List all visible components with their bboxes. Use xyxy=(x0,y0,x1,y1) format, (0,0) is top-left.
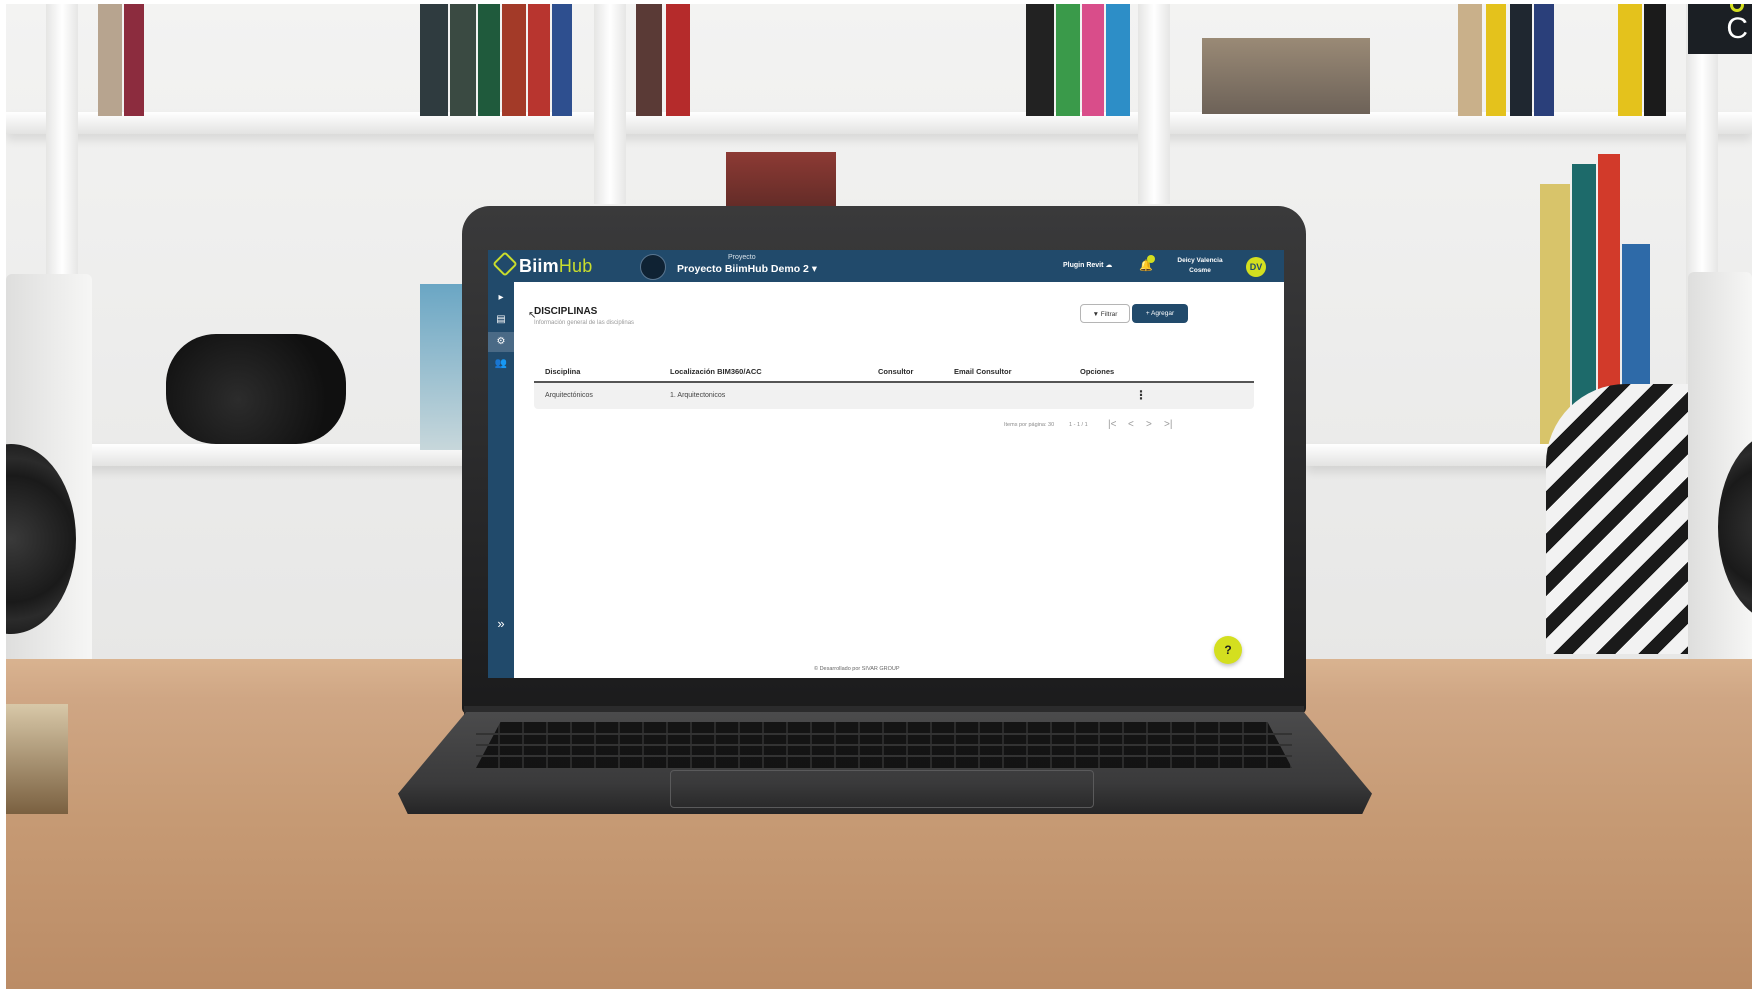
book xyxy=(528,4,550,116)
book xyxy=(1026,4,1054,116)
sidebar-toggle-chevron-icon[interactable]: ▸ xyxy=(488,288,514,308)
next-page-icon[interactable]: > xyxy=(1146,419,1152,430)
project-selector[interactable]: Proyecto BiimHub Demo 2 ▾ xyxy=(677,263,817,275)
user-name: Deicy Valencia Cosme xyxy=(1170,256,1230,276)
cell-localizacion: 1. Arquitectonicos xyxy=(670,392,726,399)
speaker-left xyxy=(6,274,92,706)
first-page-icon[interactable]: |< xyxy=(1108,419,1116,430)
book xyxy=(552,4,572,116)
book xyxy=(478,4,500,116)
book xyxy=(420,4,448,116)
user-avatar[interactable]: DV xyxy=(1246,257,1266,277)
biimhub-logo-icon xyxy=(492,251,518,277)
speaker-right xyxy=(1688,272,1752,702)
keyboard-row xyxy=(476,755,1292,757)
book xyxy=(1486,4,1506,116)
book xyxy=(1510,4,1532,116)
project-caption: Proyecto xyxy=(728,254,756,261)
book xyxy=(1540,184,1570,444)
page-range: 1 - 1 / 1 xyxy=(1069,422,1088,428)
book xyxy=(98,4,122,116)
user-name-line2: Cosme xyxy=(1189,267,1211,274)
column-header-localizacion[interactable]: Localización BIM360/ACC xyxy=(670,367,762,376)
laptop-trackpad xyxy=(670,770,1094,808)
column-header-email-consultor[interactable]: Email Consultor xyxy=(954,367,1012,376)
corner-logo: C xyxy=(1688,4,1752,54)
brand-hub: Hub xyxy=(558,256,593,276)
help-button[interactable]: ? xyxy=(1214,636,1242,664)
sidebar-item-users-icon[interactable]: 👥 xyxy=(488,354,514,374)
book xyxy=(1644,4,1666,116)
book xyxy=(1202,38,1370,114)
column-header-disciplina[interactable]: Disciplina xyxy=(545,367,580,376)
book-stack xyxy=(6,704,68,814)
project-logo-icon xyxy=(640,254,666,280)
row-options-kebab-icon[interactable]: ⋮ xyxy=(1135,389,1147,401)
book xyxy=(1106,4,1130,116)
column-header-consultor[interactable]: Consultor xyxy=(878,367,913,376)
footer-credit: © Desarrollado por SIVAR GROUP xyxy=(814,666,900,672)
book xyxy=(666,4,690,116)
items-per-page[interactable]: Items por página: 30 xyxy=(1004,422,1054,428)
book xyxy=(1082,4,1104,116)
sidebar: ▸ ▤ ⚙ 👥 » xyxy=(488,282,514,678)
add-button[interactable]: + Agregar xyxy=(1132,304,1188,323)
prev-page-icon[interactable]: < xyxy=(1128,419,1134,430)
cell-disciplina: Arquitectónicos xyxy=(545,392,593,399)
app-logo[interactable]: BiimHub xyxy=(492,251,593,277)
user-name-line1: Deicy Valencia xyxy=(1177,257,1223,264)
book xyxy=(1618,4,1642,116)
book xyxy=(124,4,144,116)
main-content: ↖ DISCIPLINAS Información general de las… xyxy=(514,282,1284,678)
book xyxy=(726,152,836,214)
column-header-opciones: Opciones xyxy=(1080,367,1115,376)
page-title: DISCIPLINAS xyxy=(534,306,598,317)
page-subtitle: Información general de las disciplinas xyxy=(534,320,635,326)
top-navbar: BiimHub Proyecto Proyecto BiimHub Demo 2… xyxy=(488,250,1284,282)
book xyxy=(636,4,662,116)
filter-button[interactable]: ▼ Filtrar xyxy=(1080,304,1130,323)
sidebar-item-settings-icon[interactable]: ⚙ xyxy=(488,332,514,352)
sidebar-item-documents-icon[interactable]: ▤ xyxy=(488,310,514,330)
headphones xyxy=(166,334,346,444)
book xyxy=(420,284,468,450)
sidebar-expand-icon[interactable]: » xyxy=(488,614,514,634)
book xyxy=(502,4,526,116)
notification-badge xyxy=(1147,255,1155,263)
brand-biim: Biim xyxy=(519,256,559,276)
laptop-screen: BiimHub Proyecto Proyecto BiimHub Demo 2… xyxy=(488,250,1284,678)
book xyxy=(1458,4,1482,116)
plugin-revit-button[interactable]: Plugin Revit ☁ xyxy=(1063,261,1112,269)
book xyxy=(1534,4,1554,116)
last-page-icon[interactable]: >| xyxy=(1164,419,1172,430)
striped-vase xyxy=(1546,384,1706,654)
shelf-upright xyxy=(594,4,626,204)
keyboard-row xyxy=(476,733,1292,735)
book xyxy=(450,4,476,116)
book xyxy=(1056,4,1080,116)
keyboard-row xyxy=(476,744,1292,746)
shelf-upright xyxy=(1138,4,1170,204)
